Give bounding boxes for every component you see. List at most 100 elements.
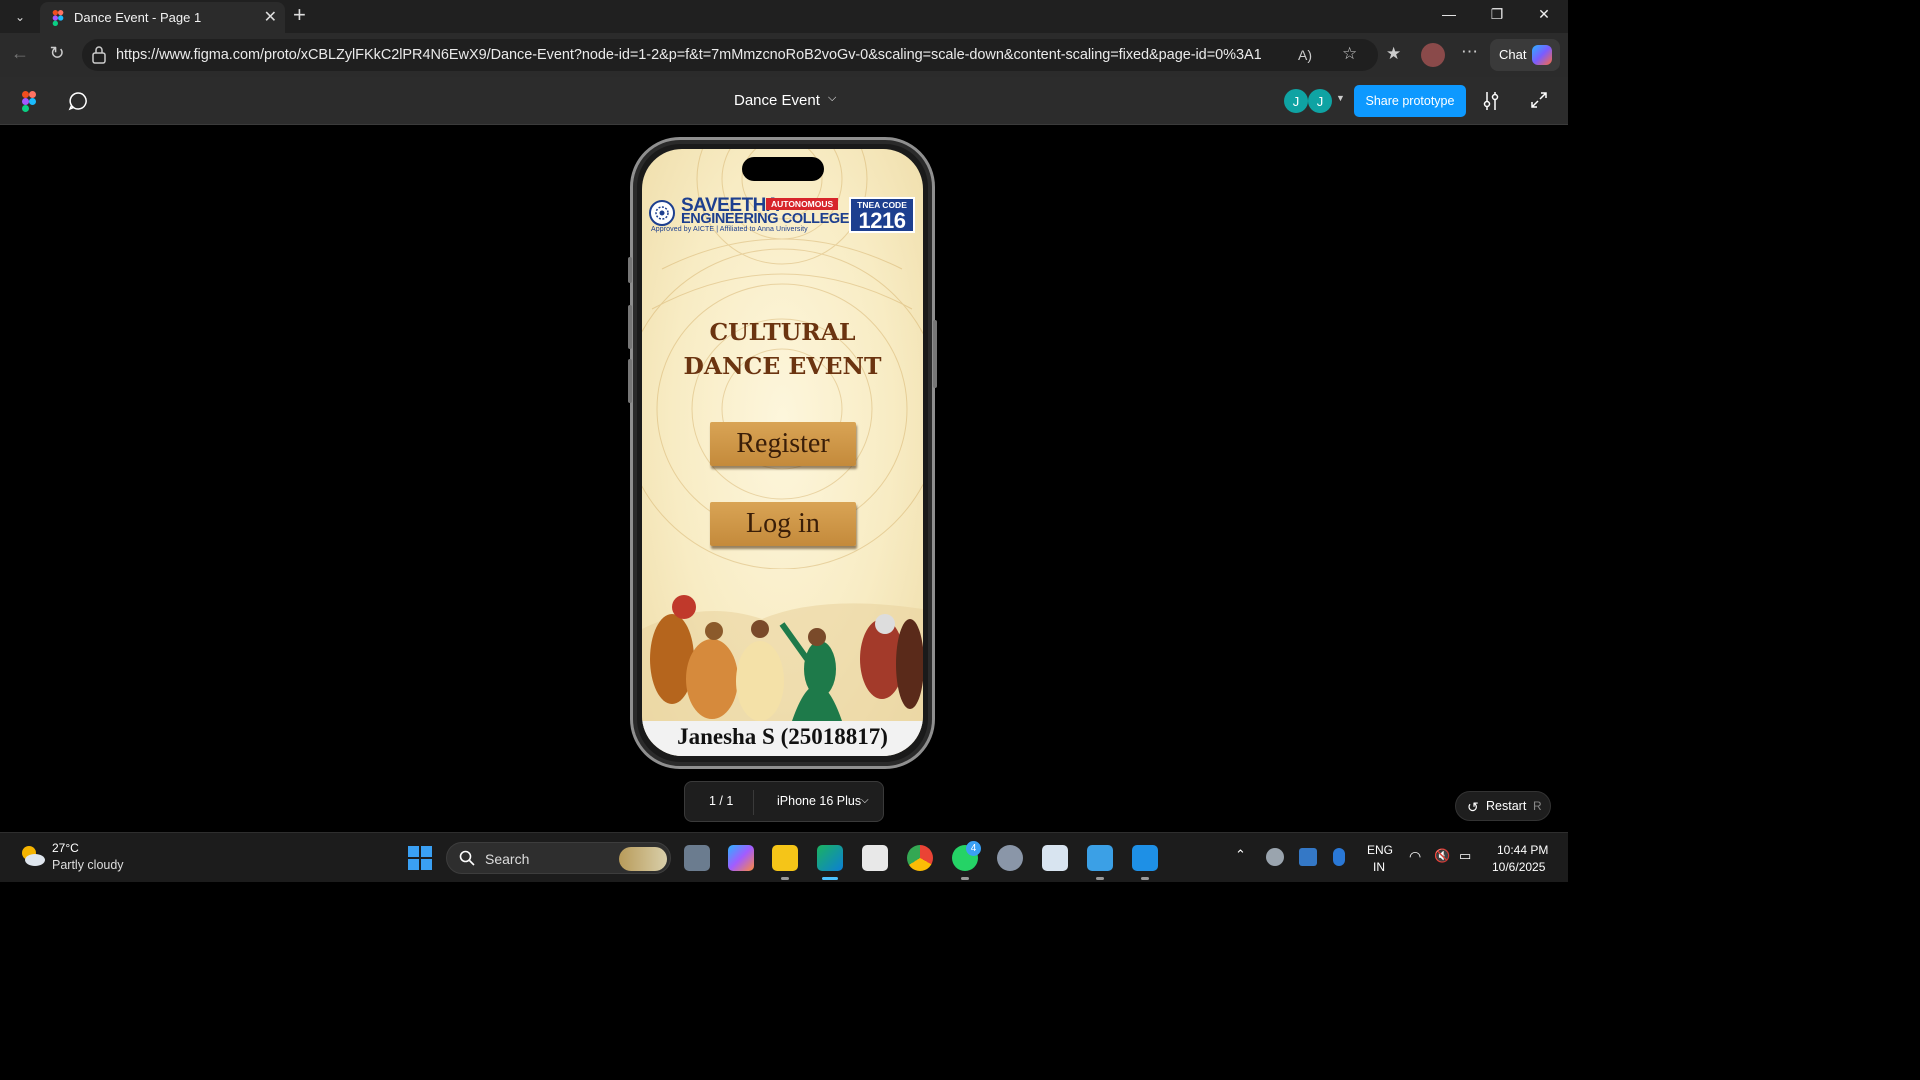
phone-side-button	[628, 257, 632, 283]
restore-window-icon[interactable]: ❐	[1485, 6, 1509, 23]
file-explorer-icon[interactable]	[772, 845, 798, 871]
address-bar[interactable]: https://www.figma.com/proto/xCBLZylFKkC2…	[82, 39, 1378, 71]
chevron-down-icon[interactable]: ⌵	[828, 92, 836, 105]
document-app-icon[interactable]	[1042, 845, 1068, 871]
figma-favicon-icon	[52, 10, 64, 26]
author-name: Janesha S (25018817)	[677, 724, 888, 749]
divider	[753, 790, 754, 815]
notification-badge: 4	[966, 841, 981, 856]
volume-muted-icon[interactable]: 🔇	[1434, 848, 1452, 866]
running-indicator	[1141, 877, 1149, 880]
chevron-down-icon[interactable]: ⌵	[861, 795, 869, 806]
restart-shortcut: R	[1533, 799, 1542, 813]
avatar[interactable]: J	[1308, 89, 1332, 113]
figma-logo-icon[interactable]	[22, 91, 36, 113]
autonomous-badge: AUTONOMOUS	[766, 198, 839, 210]
show-hidden-icons-chevron-icon[interactable]: ⌃	[1235, 847, 1246, 863]
device-selector[interactable]: iPhone 16 Plus	[777, 794, 861, 808]
security-shield-icon[interactable]	[1299, 848, 1317, 866]
chevron-down-icon[interactable]: ▼	[1336, 93, 1345, 103]
browser-tab[interactable]: Dance Event - Page 1 ✕	[40, 2, 285, 33]
settings-gear-icon[interactable]	[997, 845, 1023, 871]
favorite-star-icon[interactable]: ☆	[1342, 44, 1357, 64]
copilot-chat-button[interactable]: Chat	[1490, 39, 1560, 71]
site-info-icon[interactable]	[92, 46, 106, 64]
page-counter[interactable]: 1 / 1	[709, 794, 733, 808]
read-aloud-icon[interactable]: A)	[1298, 47, 1312, 63]
phone-side-button	[628, 305, 632, 349]
back-icon[interactable]: ←	[8, 43, 32, 64]
running-indicator	[1096, 877, 1104, 880]
microsoft-store-icon[interactable]	[862, 845, 888, 871]
affiliation-text: Approved by AICTE | Affiliated to Anna U…	[651, 226, 808, 233]
phone-side-button	[933, 320, 937, 388]
copilot-app-icon[interactable]	[728, 845, 754, 871]
vscode-icon[interactable]	[1132, 845, 1158, 871]
restart-icon: ↺	[1467, 799, 1479, 815]
edge-browser-icon[interactable]	[817, 845, 843, 871]
refresh-icon[interactable]: ↻	[45, 43, 69, 64]
search-label: Search	[485, 851, 530, 867]
register-button[interactable]: Register	[710, 422, 856, 466]
close-window-icon[interactable]: ✕	[1532, 6, 1556, 23]
tnea-code: 1216	[858, 208, 906, 233]
task-view-icon[interactable]	[684, 845, 710, 871]
running-indicator	[961, 877, 969, 880]
running-indicator	[781, 877, 789, 880]
search-icon	[459, 850, 475, 866]
bluetooth-icon[interactable]	[1333, 848, 1345, 866]
close-tab-icon[interactable]: ✕	[264, 7, 277, 27]
profile-avatar[interactable]	[1421, 43, 1445, 67]
clock-date[interactable]: 10/6/2025	[1492, 860, 1545, 874]
share-prototype-button[interactable]: Share prototype	[1354, 85, 1466, 117]
onedrive-icon[interactable]	[1266, 848, 1284, 866]
temperature[interactable]: 27°C	[52, 841, 79, 855]
settings-sliders-icon[interactable]	[1481, 90, 1501, 112]
phone-screen: SAVEETHA AUTONOMOUS ENGINEERING COLLEGE …	[642, 149, 923, 756]
dancers-illustration	[642, 595, 923, 721]
url-text: https://www.figma.com/proto/xCBLZylFKkC2…	[116, 47, 1262, 63]
browser-tab-strip: ⌄ Dance Event - Page 1 ✕ + — ❐ ✕	[0, 0, 1568, 33]
more-options-icon[interactable]: ⋯	[1461, 42, 1478, 62]
prototype-controls: 1 / 1 iPhone 16 Plus ⌵	[684, 781, 884, 822]
login-button[interactable]: Log in	[710, 502, 856, 546]
new-tab-icon[interactable]: +	[293, 2, 306, 28]
windows-taskbar: 27°C Partly cloudy Search 4 ⌃ ENG IN ◠ 🔇…	[0, 832, 1568, 882]
battery-icon[interactable]: ▭	[1459, 848, 1477, 866]
restart-button[interactable]: ↺ Restart R	[1455, 791, 1551, 821]
partly-cloudy-icon[interactable]	[18, 843, 46, 869]
minimize-icon[interactable]: —	[1437, 6, 1461, 22]
dynamic-island	[742, 157, 824, 181]
restart-label: Restart	[1486, 799, 1527, 813]
college-name-line2: ENGINEERING COLLEGE	[681, 211, 850, 227]
tab-title: Dance Event - Page 1	[74, 10, 202, 25]
weather-description[interactable]: Partly cloudy	[52, 858, 124, 872]
language-region[interactable]: IN	[1373, 860, 1385, 874]
clock-time[interactable]: 10:44 PM	[1497, 843, 1548, 857]
copilot-icon	[1532, 45, 1552, 65]
comment-icon[interactable]	[68, 91, 88, 111]
title-line1: CULTURAL	[709, 318, 856, 346]
chat-label: Chat	[1499, 47, 1527, 62]
active-indicator	[822, 877, 838, 880]
windows-start-icon[interactable]	[407, 845, 433, 871]
chrome-icon[interactable]	[907, 845, 933, 871]
avatar[interactable]: J	[1284, 89, 1308, 113]
language-indicator[interactable]: ENG	[1367, 843, 1393, 857]
tnea-code-badge: TNEA CODE 1216	[849, 197, 915, 233]
search-highlight-icon	[619, 847, 667, 871]
author-bar: Janesha S (25018817)	[642, 721, 923, 756]
favorites-icon[interactable]: ★	[1386, 44, 1401, 64]
event-title: CULTURAL DANCE EVENT	[642, 315, 923, 383]
phone-side-button	[628, 359, 632, 403]
figma-prototype-header: Dance Event ⌵ J J ▼ Share prototype	[0, 77, 1568, 125]
browser-toolbar: ← ↻ https://www.figma.com/proto/xCBLZylF…	[0, 33, 1568, 77]
title-line2: DANCE EVENT	[683, 352, 882, 380]
photos-app-icon[interactable]	[1087, 845, 1113, 871]
fullscreen-expand-icon[interactable]	[1530, 91, 1548, 109]
taskbar-search[interactable]: Search	[446, 842, 671, 874]
tab-list-chevron-icon[interactable]: ⌄	[8, 6, 32, 28]
wifi-icon[interactable]: ◠	[1409, 848, 1427, 866]
file-title[interactable]: Dance Event	[734, 92, 820, 109]
college-logo: SAVEETHA AUTONOMOUS ENGINEERING COLLEGE …	[648, 195, 916, 237]
